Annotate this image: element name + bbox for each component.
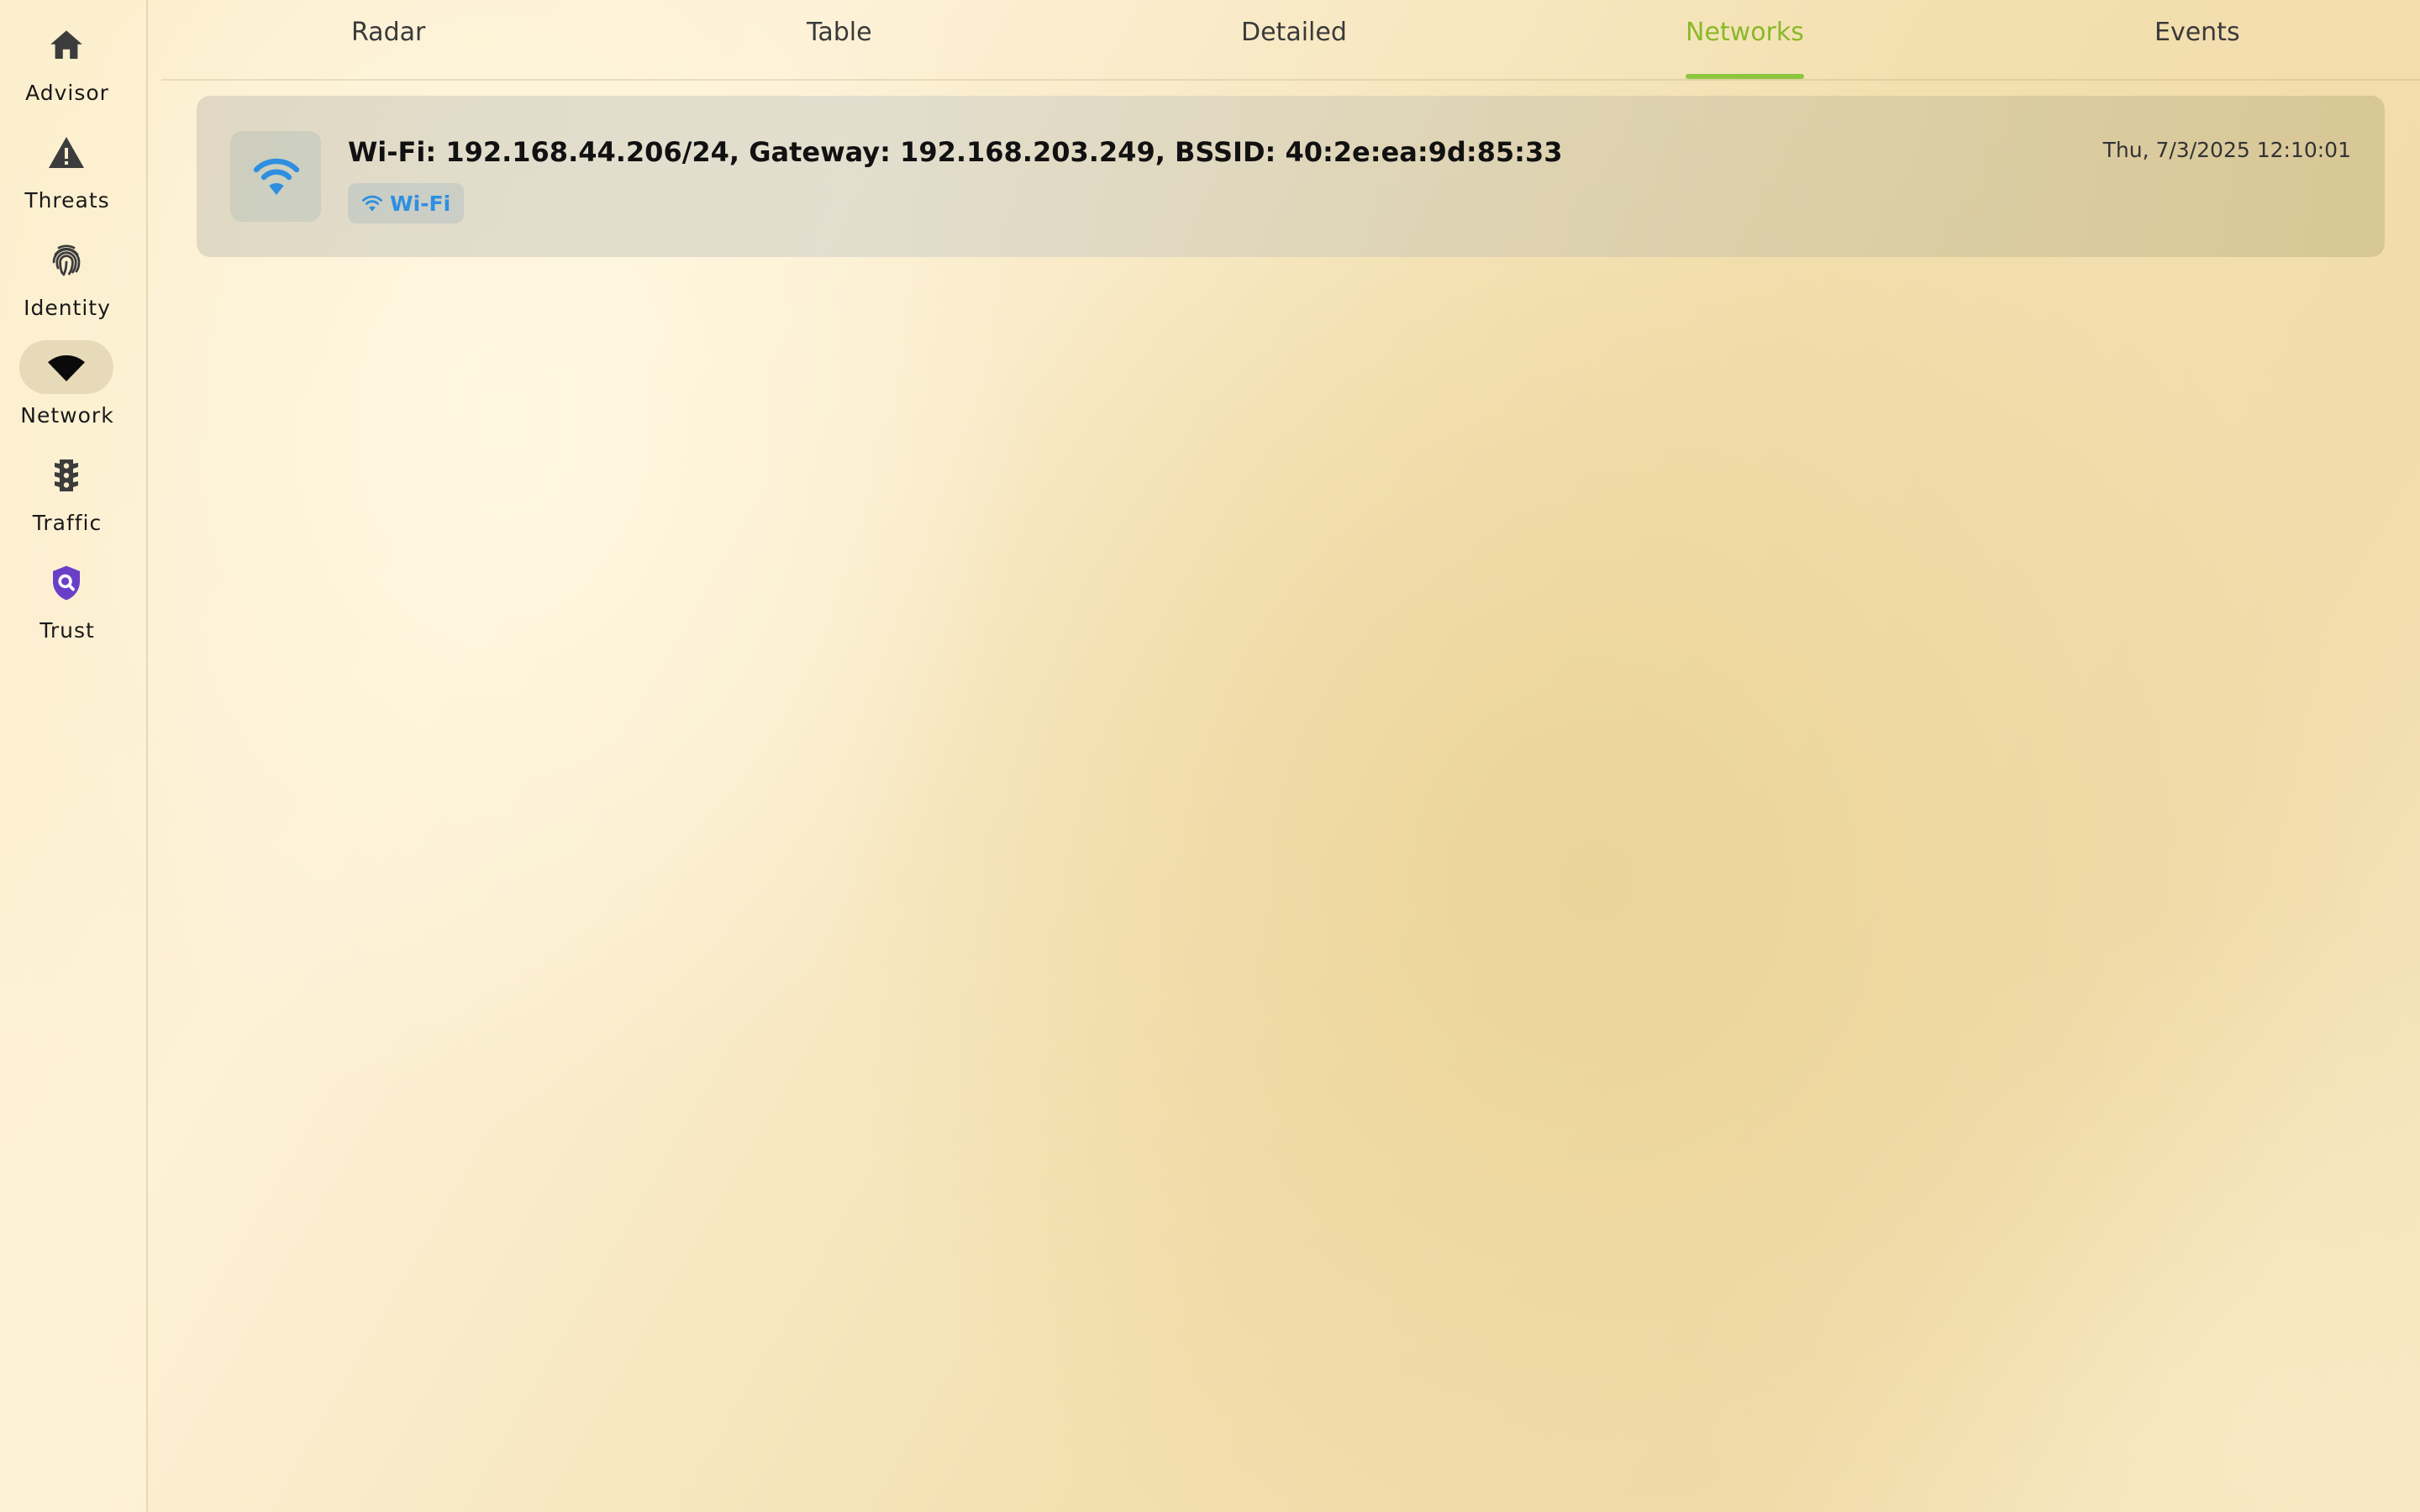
fingerprint-icon: [46, 240, 87, 281]
sidebar: Advisor Threats Identity Network Traffic…: [0, 0, 148, 1512]
network-title: Wi-Fi: 192.168.44.206/24, Gateway: 192.1…: [348, 136, 1563, 168]
sidebar-item-threats[interactable]: Threats: [0, 124, 134, 225]
tab-detailed[interactable]: Detailed: [1241, 0, 1347, 79]
sidebar-item-traffic[interactable]: Traffic: [0, 447, 134, 548]
wifi-icon: [362, 195, 382, 212]
tab-table[interactable]: Table: [807, 0, 872, 79]
network-card[interactable]: Wi-Fi: 192.168.44.206/24, Gateway: 192.1…: [197, 96, 2385, 257]
tab-events[interactable]: Events: [2154, 0, 2240, 79]
sidebar-item-label: Traffic: [32, 511, 103, 535]
network-timestamp: Thu, 7/3/2025 12:10:01: [2102, 138, 2351, 162]
sidebar-item-label: Network: [20, 403, 114, 428]
shield-search-icon: [46, 563, 87, 603]
wifi-icon: [253, 158, 300, 195]
home-icon: [46, 25, 87, 66]
sidebar-item-label: Advisor: [25, 81, 109, 105]
tab-networks[interactable]: Networks: [1686, 0, 1804, 79]
wifi-icon: [46, 348, 87, 388]
warning-icon: [46, 133, 87, 173]
tab-label: Events: [2154, 18, 2240, 47]
sidebar-item-identity[interactable]: Identity: [0, 232, 134, 333]
tab-radar[interactable]: Radar: [351, 0, 425, 79]
sidebar-item-advisor[interactable]: Advisor: [0, 17, 134, 118]
sidebar-item-label: Trust: [39, 618, 95, 643]
traffic-light-icon: [46, 455, 87, 496]
sidebar-item-label: Threats: [24, 188, 110, 213]
network-type-tag: Wi-Fi: [348, 183, 465, 223]
network-type-icon-tile: [230, 131, 321, 222]
tab-label: Detailed: [1241, 18, 1347, 47]
tab-label: Table: [807, 18, 872, 47]
tab-label: Networks: [1686, 18, 1804, 47]
tab-bar: Radar Table Detailed Networks Events: [161, 0, 2420, 81]
sidebar-item-network[interactable]: Network: [0, 339, 134, 440]
sidebar-item-trust[interactable]: Trust: [0, 554, 134, 655]
network-type-tag-label: Wi-Fi: [390, 191, 451, 216]
active-tab-indicator: [1686, 74, 1804, 79]
sidebar-item-label: Identity: [24, 296, 111, 320]
tab-label: Radar: [351, 18, 426, 47]
